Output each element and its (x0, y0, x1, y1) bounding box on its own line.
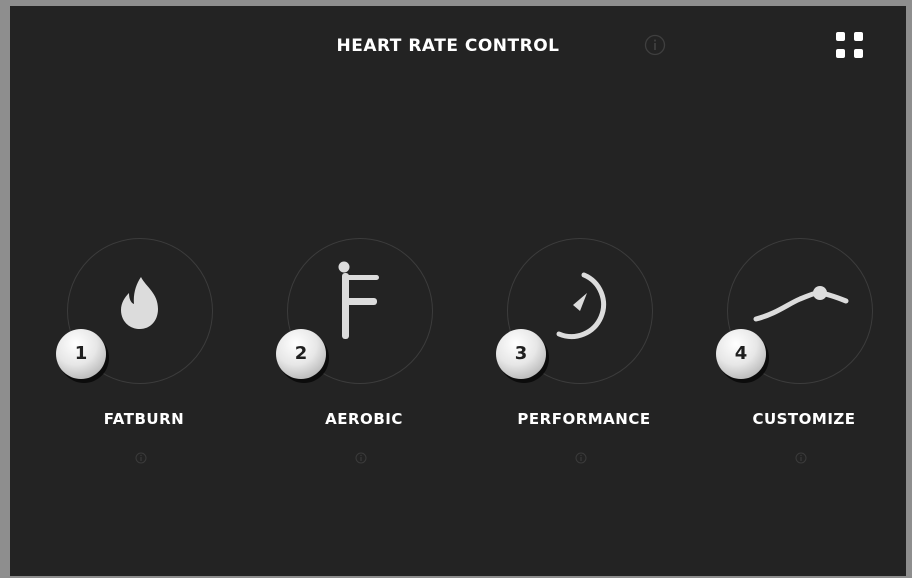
mode-performance-label[interactable]: PERFORMANCE (464, 410, 704, 428)
info-icon[interactable] (795, 449, 807, 464)
mode-customize[interactable]: 4 CUSTOMIZE (716, 238, 884, 468)
mode-fatburn-number-badge[interactable]: 1 (56, 329, 106, 379)
mode-performance[interactable]: 3 PERFORMANCE (496, 238, 664, 468)
mode-performance-number-badge[interactable]: 3 (496, 329, 546, 379)
mode-fatburn[interactable]: 1 FATBURN (56, 238, 224, 468)
mode-fatburn-label[interactable]: FATBURN (24, 410, 264, 428)
mode-aerobic[interactable]: 2 AEROBIC (276, 238, 444, 468)
mode-aerobic-label[interactable]: AEROBIC (244, 410, 484, 428)
info-icon[interactable] (644, 34, 666, 56)
app-frame: HEART RATE CONTROL 1 FATBURN 2 AEROBIC 3… (0, 0, 912, 578)
page-title-text: HEART RATE CONTROL (336, 36, 560, 56)
mode-aerobic-number-badge[interactable]: 2 (276, 329, 326, 379)
mode-customize-number-badge[interactable]: 4 (716, 329, 766, 379)
info-icon[interactable] (575, 449, 587, 464)
grid-menu-icon[interactable] (836, 32, 868, 64)
info-icon[interactable] (135, 449, 147, 464)
page-title: HEART RATE CONTROL (10, 36, 906, 56)
heart-rate-control-screen: HEART RATE CONTROL 1 FATBURN 2 AEROBIC 3… (10, 6, 906, 576)
mode-customize-label[interactable]: CUSTOMIZE (684, 410, 912, 428)
info-icon[interactable] (355, 449, 367, 464)
